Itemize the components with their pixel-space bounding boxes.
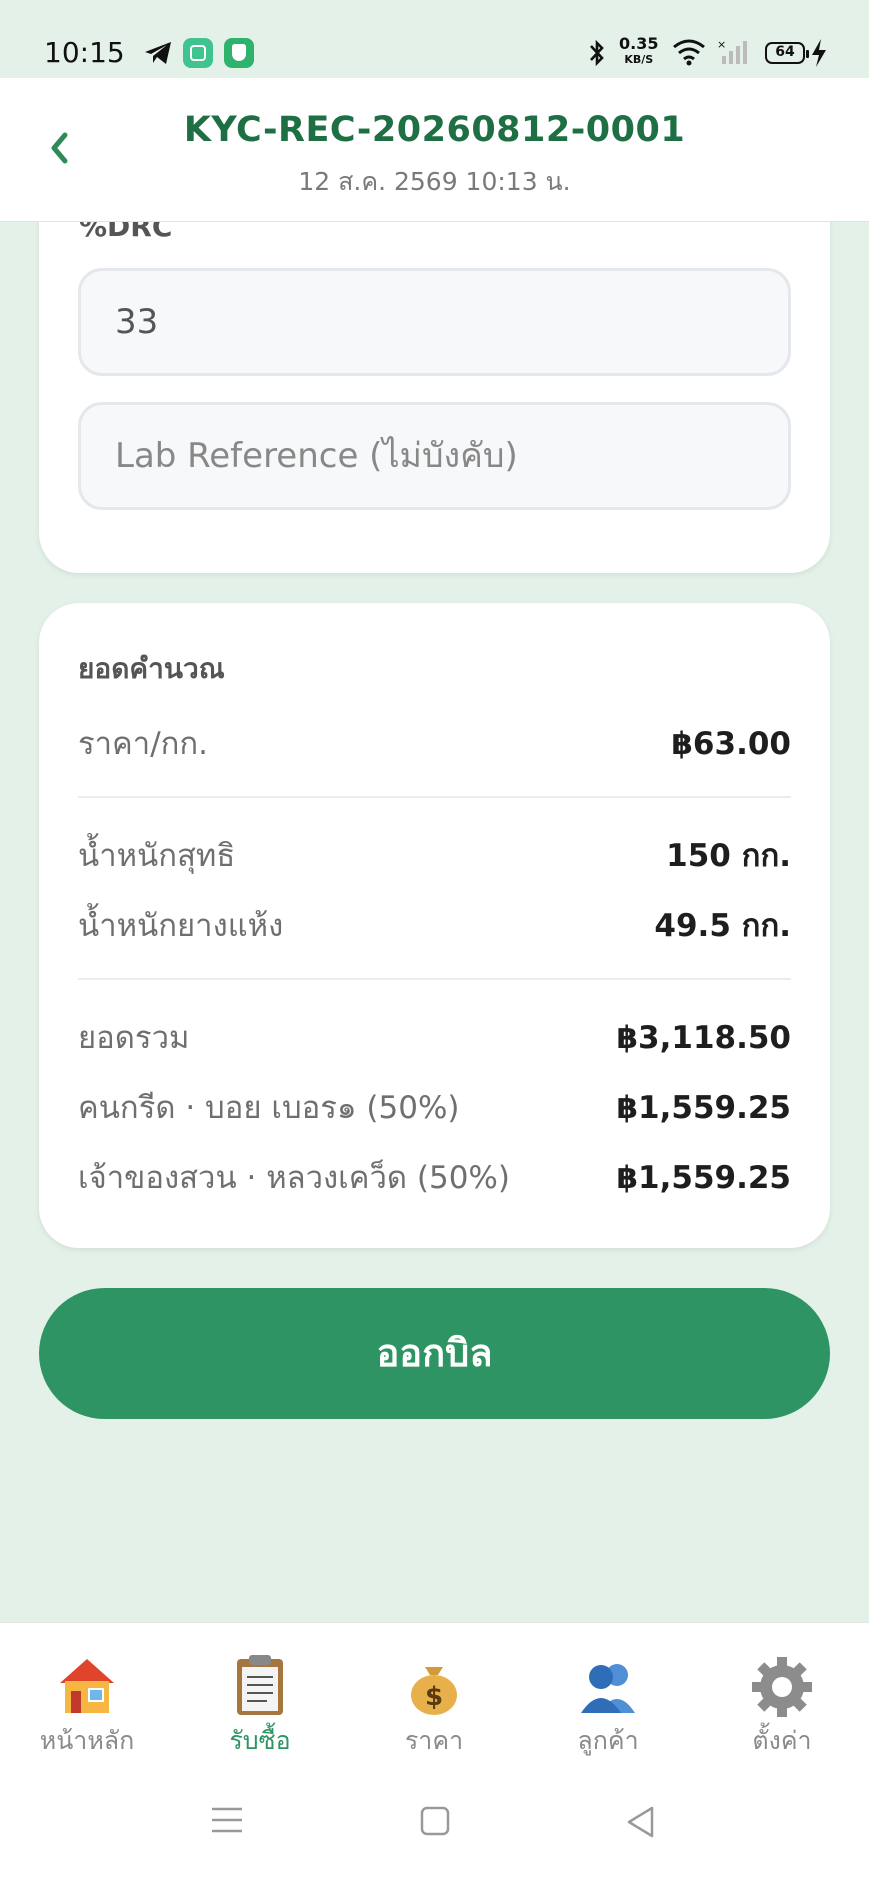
- nav-item-customers[interactable]: ลูกค้า: [533, 1653, 683, 1761]
- house-icon: [60, 1659, 114, 1713]
- clipboard-icon: [237, 1655, 283, 1715]
- owner-share-label: เจ้าของสวน · หลวงเคว็ด (50%): [78, 1160, 510, 1196]
- bottom-navigation: หน้าหลัก รับซื้อ $ ราคา ลูกค้า ตั้งค่า: [0, 1622, 869, 1883]
- network-speed: 0.35 KB/S: [619, 34, 659, 67]
- system-home-icon[interactable]: [419, 1805, 451, 1837]
- charging-bolt-icon: [812, 39, 826, 67]
- money-bag-icon: $: [411, 1667, 457, 1715]
- cell-signal-icon: ×: [717, 38, 747, 64]
- tapper-share-row: คนกรีด · บอย เบอร๑ (50%) ฿1,559.25: [78, 1086, 791, 1130]
- dry-rubber-weight-row: น้ำหนักยางแห้ง 49.5 กก.: [78, 904, 791, 948]
- nav-label-customers: ลูกค้า: [577, 1726, 639, 1755]
- drc-input[interactable]: 33: [78, 268, 791, 376]
- price-per-kg-label: ราคา/กก.: [78, 726, 209, 762]
- nav-item-home[interactable]: หน้าหลัก: [12, 1653, 162, 1761]
- divider: [78, 978, 791, 980]
- page-title: KYC-REC-20260812-0001: [183, 110, 686, 150]
- nav-label-settings: ตั้งค่า: [752, 1726, 812, 1755]
- gear-icon: [752, 1657, 812, 1717]
- bluetooth-icon: [590, 39, 604, 67]
- status-time: 10:15: [44, 36, 125, 69]
- shield-app-icon: [224, 38, 254, 68]
- app-header: KYC-REC-20260812-0001 12 ส.ค. 2569 10:13…: [0, 78, 869, 222]
- app-notification-icon: [183, 38, 213, 68]
- dry-rubber-weight-label: น้ำหนักยางแห้ง: [78, 908, 284, 944]
- system-menu-icon[interactable]: [210, 1805, 244, 1835]
- net-weight-value: 150 กก.: [666, 838, 791, 874]
- page-subtitle-datetime: 12 ส.ค. 2569 10:13 น.: [298, 167, 571, 196]
- nav-item-settings[interactable]: ตั้งค่า: [707, 1653, 857, 1761]
- nav-label-purchase: รับซื้อ: [229, 1726, 291, 1755]
- total-label: ยอดรวม: [78, 1020, 190, 1056]
- battery-indicator: 64: [765, 42, 809, 64]
- net-weight-row: น้ำหนักสุทธิ 150 กก.: [78, 834, 791, 878]
- system-back-icon[interactable]: [624, 1805, 656, 1839]
- telegram-icon: [145, 42, 171, 64]
- nav-item-price[interactable]: $ ราคา: [359, 1653, 509, 1761]
- price-per-kg-value: ฿63.00: [671, 726, 791, 762]
- nav-label-home: หน้าหลัก: [39, 1726, 135, 1755]
- issue-bill-button[interactable]: ออกบิล: [39, 1288, 830, 1419]
- wifi-icon: [673, 39, 705, 66]
- net-weight-label: น้ำหนักสุทธิ: [78, 838, 236, 874]
- total-value: ฿3,118.50: [616, 1020, 791, 1056]
- nav-item-purchase[interactable]: รับซื้อ: [185, 1653, 335, 1761]
- price-per-kg-row: ราคา/กก. ฿63.00: [78, 722, 791, 766]
- nav-label-price: ราคา: [404, 1726, 464, 1755]
- tapper-share-label: คนกรีด · บอย เบอร๑ (50%): [78, 1090, 460, 1126]
- users-icon: [581, 1664, 635, 1713]
- status-bar: 10:15 0.35 KB/S × 64: [0, 0, 869, 78]
- svg-text:$: $: [425, 1682, 443, 1712]
- calculation-card: ยอดคำนวณ ราคา/กก. ฿63.00 น้ำหนักสุทธิ 15…: [39, 603, 830, 1248]
- dry-rubber-weight-value: 49.5 กก.: [654, 908, 791, 944]
- lab-reference-input[interactable]: Lab Reference (ไม่บังคับ): [78, 402, 791, 510]
- calculation-title: ยอดคำนวณ: [78, 652, 225, 685]
- owner-share-value: ฿1,559.25: [616, 1160, 791, 1196]
- svg-text:×: ×: [717, 38, 726, 51]
- owner-share-row: เจ้าของสวน · หลวงเคว็ด (50%) ฿1,559.25: [78, 1156, 791, 1200]
- divider: [78, 796, 791, 798]
- tapper-share-value: ฿1,559.25: [616, 1090, 791, 1126]
- total-row: ยอดรวม ฿3,118.50: [78, 1016, 791, 1060]
